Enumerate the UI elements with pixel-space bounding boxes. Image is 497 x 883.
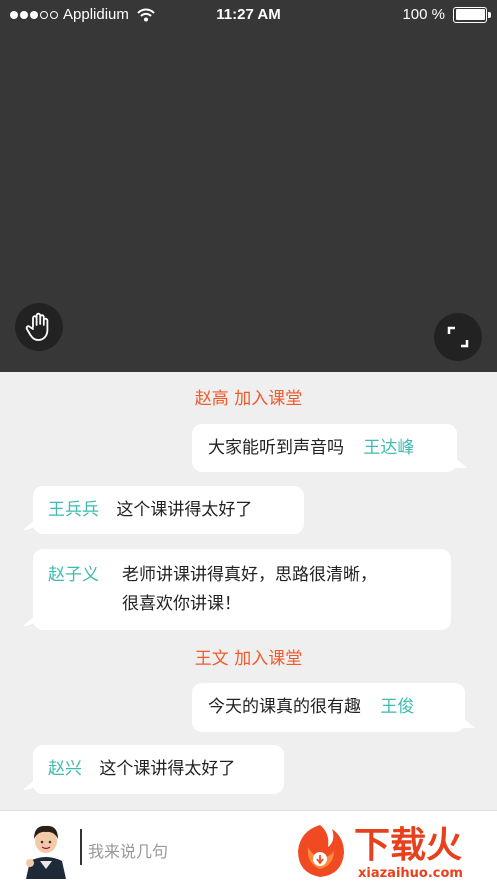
video-player[interactable]: Applidium 11:27 AM 100 % — [0, 0, 497, 372]
chat-message: 今天的课真的很有趣 王俊 — [192, 683, 465, 732]
chat-list[interactable]: 赵高 加入课堂 大家能听到声音吗 王达峰 王兵兵 这个课讲得太好了 赵子义 老师… — [0, 372, 497, 810]
message-text: 这个课讲得太好了 — [99, 759, 236, 779]
sender-name: 赵子义 — [48, 565, 99, 585]
join-notice: 王文 加入课堂 — [0, 644, 497, 669]
message-text-line-2: 很喜欢你讲课！ — [122, 594, 241, 614]
message-text: 大家能听到声音吗 — [208, 438, 344, 458]
status-bar: Applidium 11:27 AM 100 % — [0, 0, 497, 30]
sender-name: 王俊 — [380, 697, 415, 717]
chat-message: 赵兴 这个课讲得太好了 — [33, 745, 284, 794]
chat-message: 赵子义 老师讲课讲得真好，思路很清晰， 很喜欢你讲课！ — [33, 549, 451, 630]
avatar[interactable] — [20, 817, 72, 879]
fullscreen-button[interactable] — [434, 313, 482, 361]
watermark-logo: 下载火 xiazaihuo.com — [298, 825, 463, 881]
input-cursor — [80, 829, 82, 865]
message-input[interactable]: 我来说几句 — [88, 838, 168, 862]
fullscreen-icon — [447, 326, 469, 348]
sender-name: 王兵兵 — [48, 500, 99, 520]
chat-message: 大家能听到声音吗 王达峰 — [192, 424, 457, 472]
message-text: 这个课讲得太好了 — [116, 500, 253, 520]
battery-icon — [453, 6, 491, 23]
message-text: 今天的课真的很有趣 — [208, 697, 361, 717]
join-user-name: 王文 — [194, 649, 229, 669]
status-right: 100 % — [402, 6, 491, 23]
join-notice: 赵高 加入课堂 — [0, 384, 497, 409]
sender-name: 王达峰 — [363, 438, 415, 458]
sender-name: 赵兴 — [48, 759, 82, 779]
join-user-name: 赵高 — [194, 389, 229, 409]
raise-hand-icon — [25, 312, 49, 341]
join-action: 加入课堂 — [234, 649, 303, 669]
watermark-title: 下载火 — [354, 825, 462, 866]
message-text-line-1: 老师讲课讲得真好，思路很清晰， — [122, 565, 377, 585]
raise-hand-button[interactable] — [15, 303, 63, 351]
watermark-url: xiazaihuo.com — [358, 866, 463, 881]
chat-message: 王兵兵 这个课讲得太好了 — [33, 486, 304, 534]
battery-percent: 100 % — [402, 6, 445, 23]
join-action: 加入课堂 — [234, 389, 303, 409]
